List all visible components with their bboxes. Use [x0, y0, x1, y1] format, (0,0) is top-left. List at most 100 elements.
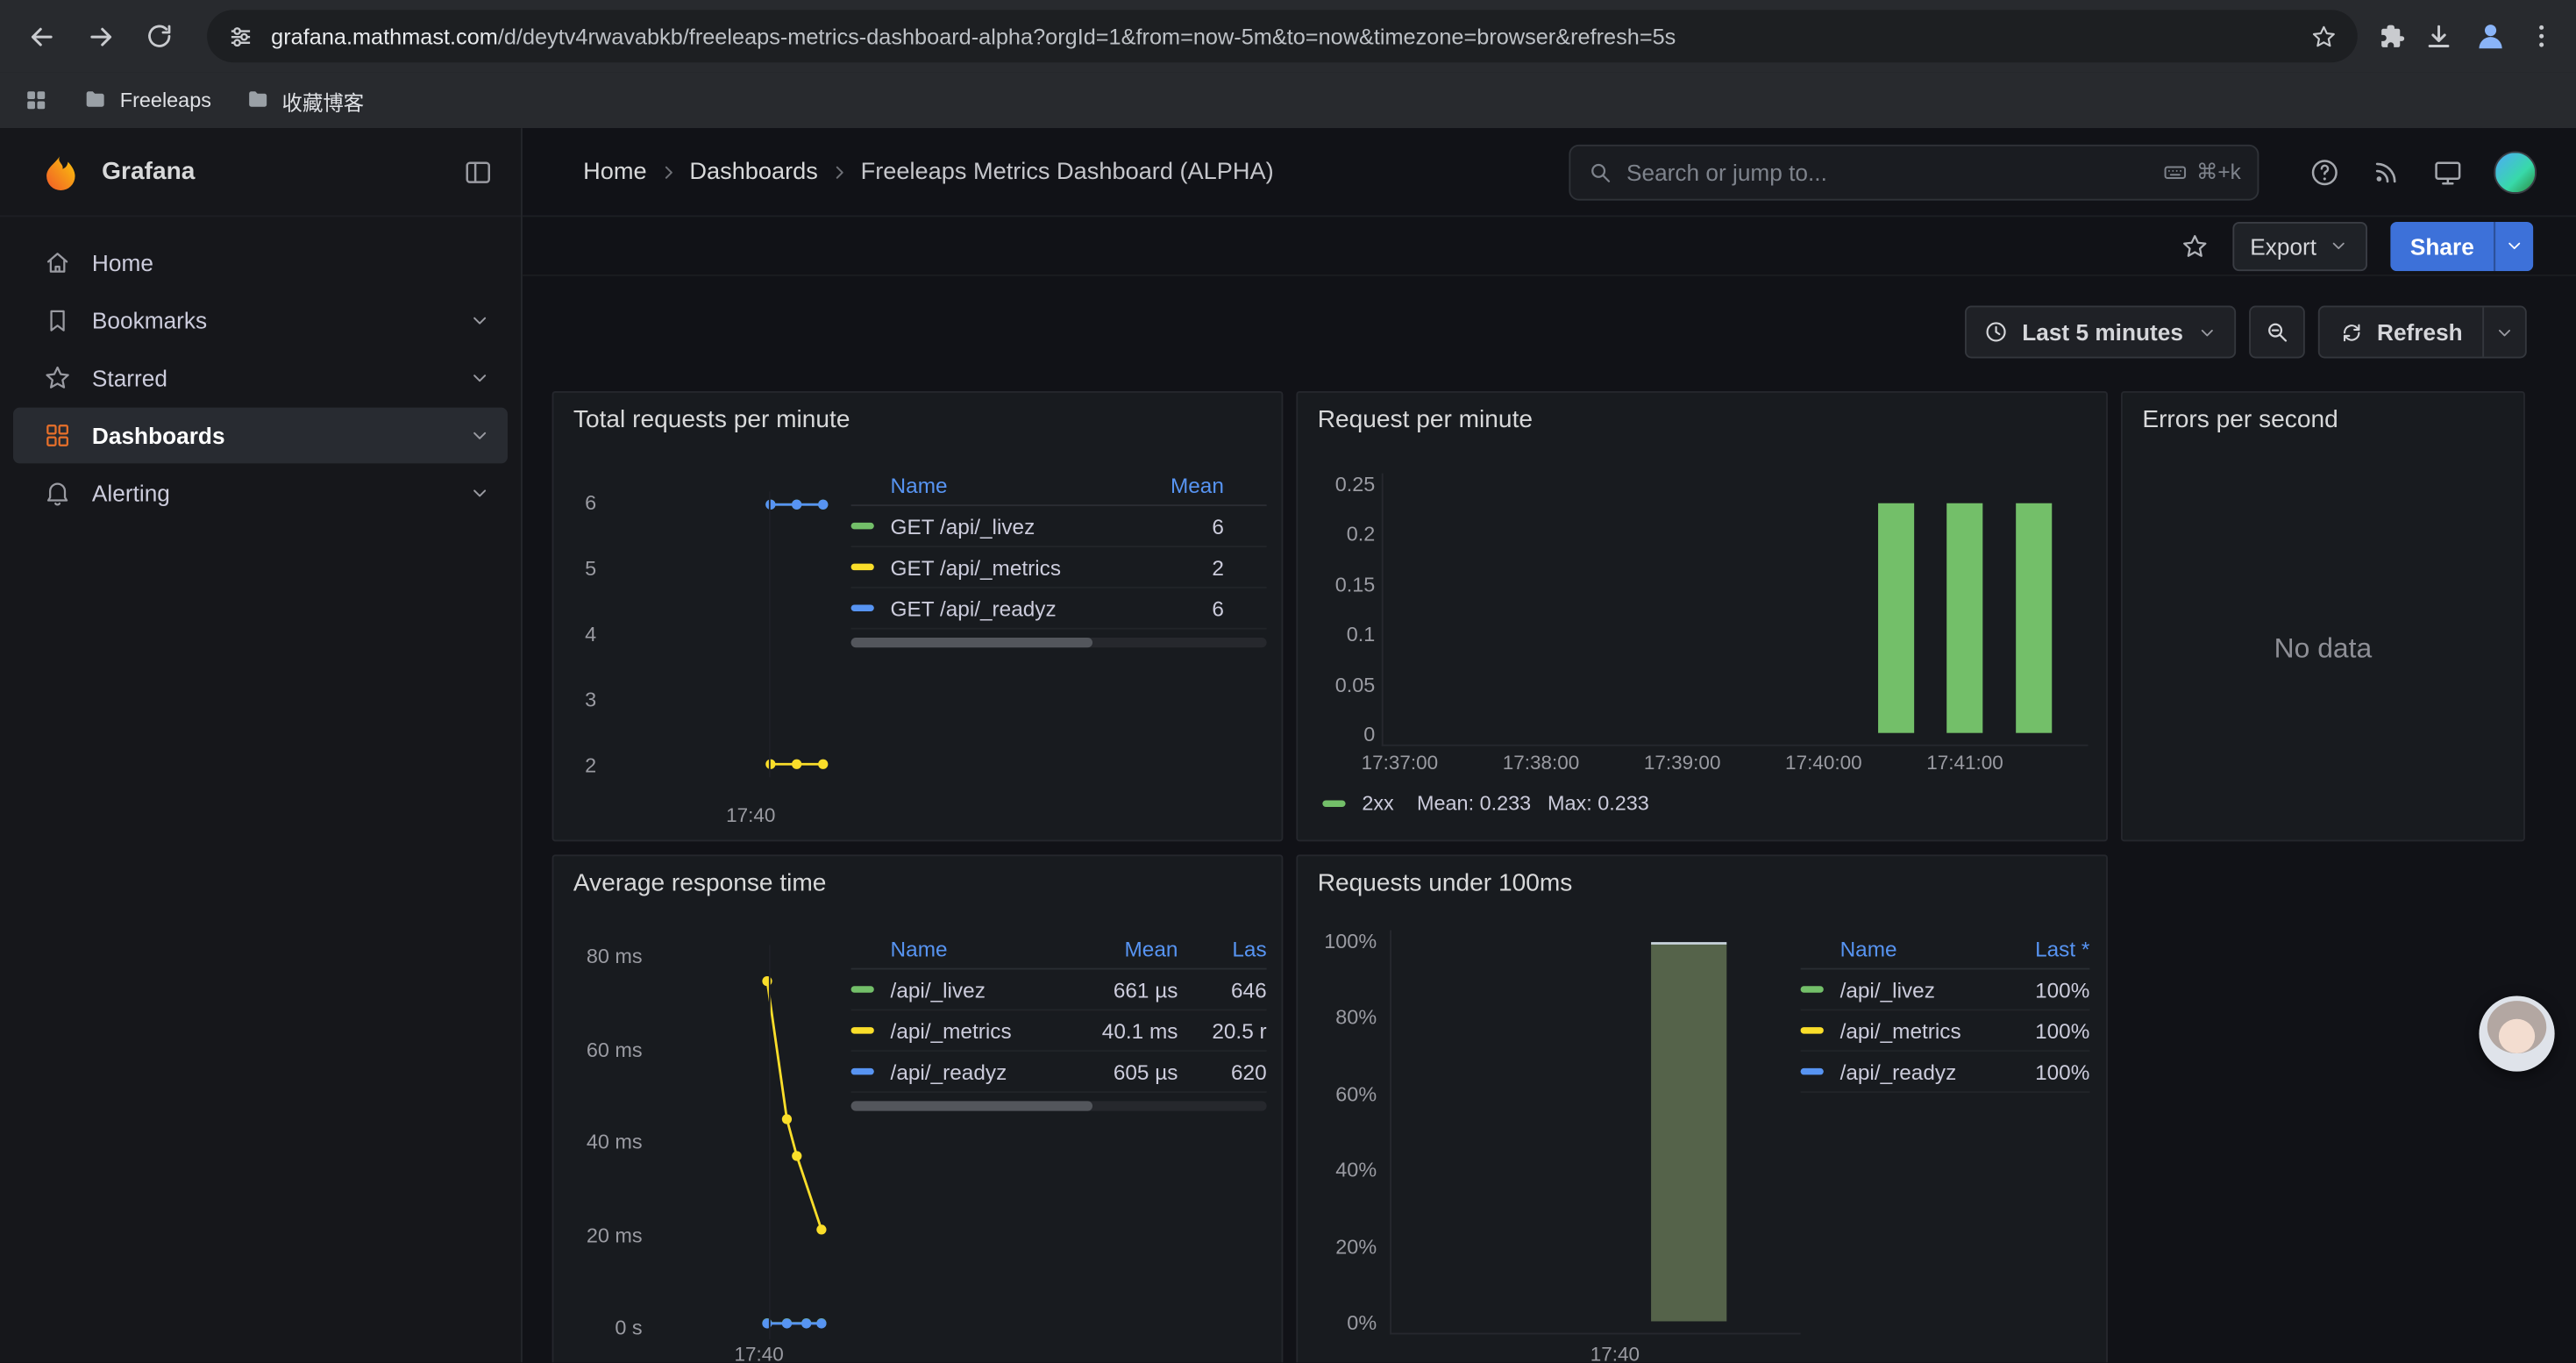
bar-chart-requests[interactable] [1382, 474, 2089, 746]
folder-icon [82, 87, 109, 113]
table-row[interactable]: /api/_readyz 605 µs 620 [851, 1052, 1267, 1093]
reload-button[interactable] [132, 8, 188, 64]
url-path: /d/deytv4rwavabkb/freeleaps-metrics-dash… [498, 24, 1676, 48]
chevron-down-icon[interactable] [468, 309, 491, 332]
sidebar-menu: Home Bookmarks Starred Dashboards [0, 217, 521, 521]
scrollbar-thumb[interactable] [851, 638, 1092, 647]
table-row[interactable]: /api/_metrics 100% [1801, 1010, 2090, 1052]
refresh-button[interactable]: Refresh [2319, 307, 2482, 356]
legend-series-name[interactable]: 2xx [1362, 792, 1393, 815]
chevron-right-icon [657, 161, 680, 183]
refresh-interval-button[interactable] [2482, 307, 2525, 356]
share-split-button: Share [2390, 221, 2533, 270]
dashboards-grid-icon [43, 421, 73, 451]
news-rss-icon[interactable] [2371, 156, 2402, 188]
address-bar[interactable]: grafana.mathmast.com/d/deytv4rwavabkb/fr… [207, 10, 2358, 62]
url-text[interactable]: grafana.mathmast.com/d/deytv4rwavabkb/fr… [271, 24, 2294, 48]
dashboard-actions: Export Share [523, 217, 2576, 275]
table-row[interactable]: GET /api/_readyz 6 [851, 589, 1267, 630]
grafana-logo-icon[interactable] [39, 150, 82, 193]
panel-title[interactable]: Average response time [573, 869, 827, 897]
scrollbar-thumb[interactable] [851, 1101, 1092, 1110]
share-button[interactable]: Share [2390, 221, 2494, 270]
col-name[interactable]: Name [891, 474, 1142, 498]
panel-total-requests: Total requests per minute 65432 17:40 Na… [552, 391, 1284, 841]
home-icon [43, 248, 73, 278]
zoom-out-button[interactable] [2249, 306, 2305, 359]
sidebar: Grafana Home Bookmarks Starred [0, 128, 523, 1362]
monitor-icon[interactable] [2431, 155, 2464, 188]
profile-avatar-icon[interactable] [2471, 17, 2510, 56]
table-row[interactable]: /api/_livez 100% [1801, 969, 2090, 1010]
chevron-down-icon[interactable] [468, 424, 491, 446]
col-mean[interactable]: Mean [1142, 474, 1224, 498]
chevron-down-icon[interactable] [468, 367, 491, 389]
col-name[interactable]: Name [1840, 937, 1998, 961]
help-icon[interactable] [2309, 155, 2341, 188]
forward-button[interactable] [72, 8, 128, 64]
screen: grafana.mathmast.com/d/deytv4rwavabkb/fr… [0, 0, 2576, 1362]
assistant-avatar[interactable] [2479, 995, 2554, 1071]
breadcrumb-home[interactable]: Home [583, 159, 646, 185]
table-row[interactable]: /api/_livez 661 µs 646 [851, 969, 1267, 1010]
breadcrumb-dashboards[interactable]: Dashboards [689, 159, 818, 185]
table-scrollbar[interactable] [851, 638, 1267, 647]
col-last[interactable]: Last * [1997, 937, 2089, 961]
user-avatar[interactable] [2494, 150, 2537, 193]
bar-chart-under-100ms[interactable] [1390, 931, 1800, 1335]
line-chart-avg-response[interactable] [656, 945, 840, 1339]
sidebar-item-starred[interactable]: Starred [13, 350, 508, 406]
back-button[interactable] [13, 8, 69, 64]
table-row[interactable]: /api/_metrics 40.1 ms 20.5 r [851, 1010, 1267, 1052]
site-settings-icon[interactable] [227, 22, 255, 50]
line-chart-total-requests[interactable] [601, 491, 848, 777]
sidebar-item-alerting[interactable]: Alerting [13, 465, 508, 521]
chevron-down-icon [2494, 321, 2515, 342]
avatar-face [2499, 1019, 2535, 1053]
favorite-star-icon[interactable] [2180, 231, 2210, 260]
table-scrollbar[interactable] [851, 1101, 1267, 1110]
table-row[interactable]: /api/_readyz 100% [1801, 1052, 2090, 1093]
col-last[interactable]: Las [1178, 937, 1266, 961]
sidebar-item-bookmarks[interactable]: Bookmarks [13, 293, 508, 349]
export-button[interactable]: Export [2232, 221, 2368, 270]
browser-menu-icon[interactable] [2527, 21, 2557, 51]
bookmark-folder-freeleaps[interactable]: Freeleaps [82, 87, 211, 113]
bookmark-label: 收藏博客 [282, 84, 365, 116]
y-axis-ticks: 65432 [566, 491, 596, 777]
table-row[interactable]: GET /api/_livez 6 [851, 506, 1267, 547]
share-menu-button[interactable] [2494, 221, 2533, 270]
sidebar-item-home[interactable]: Home [13, 235, 508, 291]
chart-legend: 2xx Mean: 0.233 Max: 0.233 [1322, 792, 1648, 815]
bookmark-star-icon[interactable] [2309, 22, 2338, 50]
extensions-icon[interactable] [2377, 21, 2407, 51]
search-input[interactable] [1626, 160, 2149, 186]
downloads-icon[interactable] [2423, 20, 2455, 52]
sidebar-item-label: Alerting [92, 480, 170, 506]
apps-grid-icon[interactable] [23, 87, 49, 113]
collapse-sidebar-icon[interactable] [462, 155, 495, 188]
panel-title[interactable]: Errors per second [2142, 406, 2338, 434]
bookmark-folder-blogs[interactable]: 收藏博客 [244, 84, 364, 116]
search-box[interactable]: ⌘+k [1569, 145, 2259, 201]
panel-title[interactable]: Total requests per minute [573, 406, 850, 434]
series-color-dash [851, 523, 874, 529]
search-shortcut: ⌘+k [2162, 160, 2241, 186]
table-row[interactable]: GET /api/_metrics 2 [851, 547, 1267, 589]
star-icon [43, 363, 73, 393]
chevron-down-icon [2328, 235, 2349, 256]
breadcrumb: Home Dashboards Freeleaps Metrics Dashbo… [523, 159, 1274, 185]
col-mean[interactable]: Mean [1076, 937, 1178, 961]
chevron-down-icon [2196, 321, 2217, 342]
topnav-icons [2309, 150, 2576, 193]
panel-title[interactable]: Request per minute [1318, 406, 1533, 434]
chevron-down-icon[interactable] [468, 482, 491, 504]
legend-table: Name Mean Las /api/_livez 661 µs 646 /ap… [851, 931, 1267, 1111]
panel-title[interactable]: Requests under 100ms [1318, 869, 1573, 897]
sidebar-item-label: Home [92, 250, 153, 276]
time-range-picker[interactable]: Last 5 minutes [1965, 306, 2236, 359]
gridline [769, 945, 771, 1339]
chevron-down-icon [2504, 235, 2525, 256]
sidebar-item-dashboards[interactable]: Dashboards [13, 408, 508, 464]
col-name[interactable]: Name [891, 937, 1077, 961]
